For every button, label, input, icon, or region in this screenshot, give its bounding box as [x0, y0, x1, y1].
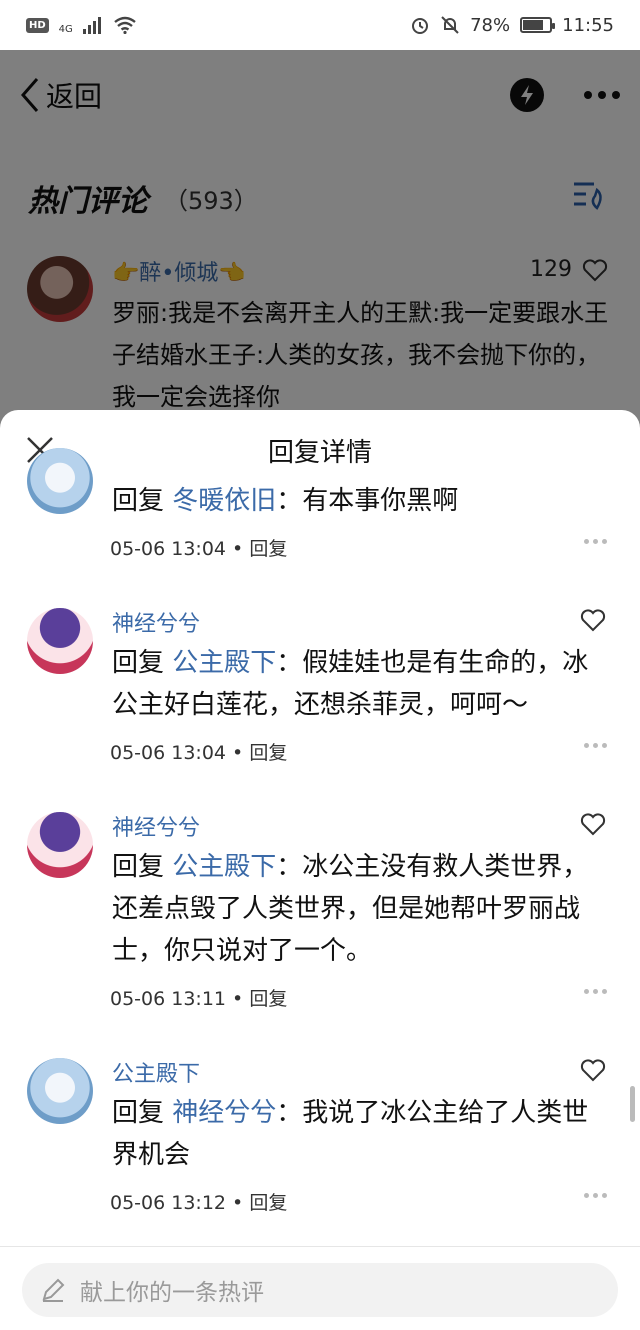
- reply-meta: 05-06 13:04 • 回复: [110, 538, 288, 560]
- battery-percent: 78%: [470, 14, 511, 36]
- comment-bar: 献上你的一条热评: [0, 1246, 640, 1330]
- reply-button[interactable]: 回复: [249, 1192, 287, 1214]
- avatar[interactable]: [27, 812, 93, 878]
- more-options-icon[interactable]: [584, 989, 607, 994]
- reply-time: 05-06 13:04: [110, 742, 227, 764]
- more-options-icon[interactable]: [584, 539, 607, 544]
- reply-to-user[interactable]: 冬暖依旧: [172, 486, 276, 516]
- reply-details-sheet: 回复详情 回复 冬暖依旧：有本事你黑啊 05-06 13:04 • 回复 神经兮…: [0, 410, 640, 1330]
- clock: 11:55: [562, 14, 614, 36]
- reply-button[interactable]: 回复: [249, 988, 287, 1010]
- avatar[interactable]: [27, 1058, 93, 1124]
- reply-time: 05-06 13:12: [110, 1192, 227, 1214]
- reply-meta: 05-06 13:12 • 回复: [110, 1192, 288, 1214]
- reply-text: 回复 神经兮兮：我说了冰公主给了人类世界机会: [112, 1098, 589, 1170]
- more-options-icon[interactable]: [584, 743, 607, 748]
- reply-time: 05-06 13:11: [110, 988, 227, 1010]
- reply-to-user[interactable]: 公主殿下: [172, 852, 276, 882]
- reply-button[interactable]: 回复: [249, 742, 287, 764]
- reply-text: 回复 公主殿下：冰公主没有救人类世界，还差点毁了人类世界，但是她帮叶罗丽战士，你…: [112, 852, 589, 966]
- avatar[interactable]: [27, 448, 93, 514]
- reply-meta: 05-06 13:11 • 回复: [110, 988, 288, 1010]
- wifi-icon: [114, 16, 136, 34]
- scrollbar[interactable]: [630, 1086, 635, 1122]
- hd-badge: HD: [26, 17, 49, 33]
- heart-icon[interactable]: [580, 1058, 606, 1082]
- pencil-icon: [42, 1278, 65, 1302]
- reply-text: 回复 冬暖依旧：有本事你黑啊: [112, 486, 459, 516]
- status-bar: HD 4G 78% 11:55: [0, 0, 640, 50]
- more-options-icon[interactable]: [584, 1193, 607, 1198]
- signal-icon: [82, 17, 101, 34]
- reply-meta: 05-06 13:04 • 回复: [110, 742, 288, 764]
- reply-button[interactable]: 回复: [249, 538, 287, 560]
- reply-to-user[interactable]: 神经兮兮: [172, 1098, 276, 1128]
- reply-author[interactable]: 公主殿下: [112, 1056, 200, 1088]
- sheet-header: 回复详情: [0, 410, 640, 490]
- reply-author[interactable]: 神经兮兮: [112, 810, 200, 842]
- reply-to-user[interactable]: 公主殿下: [172, 648, 276, 678]
- comment-input-placeholder: 献上你的一条热评: [80, 1280, 264, 1306]
- sheet-title: 回复详情: [267, 438, 372, 468]
- battery-icon: [520, 17, 556, 33]
- comment-input[interactable]: 献上你的一条热评: [22, 1263, 618, 1317]
- heart-icon[interactable]: [580, 812, 606, 836]
- reply-author[interactable]: 神经兮兮: [112, 606, 200, 638]
- mute-bell-icon: [441, 16, 459, 34]
- avatar[interactable]: [27, 608, 93, 674]
- reply-time: 05-06 13:04: [110, 538, 227, 560]
- reply-text: 回复 公主殿下：假娃娃也是有生命的，冰公主好白莲花，还想杀菲灵，呵呵～: [112, 648, 589, 720]
- heart-icon[interactable]: [580, 608, 606, 632]
- network-type: 4G: [58, 23, 73, 35]
- alarm-icon: [412, 18, 429, 34]
